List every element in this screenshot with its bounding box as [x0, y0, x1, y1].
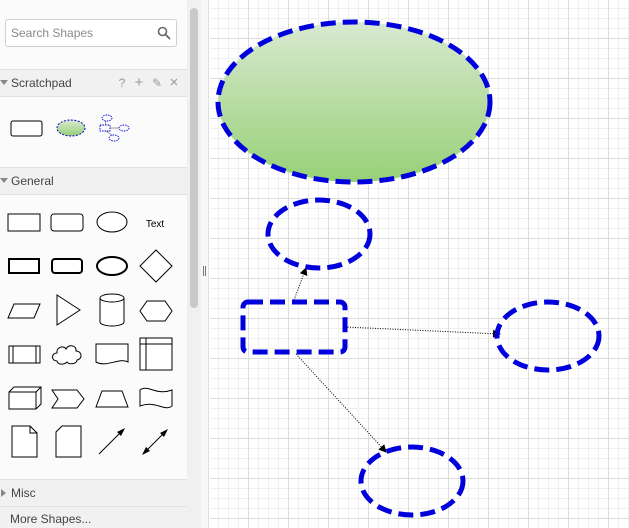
shape-triangle[interactable] [47, 288, 87, 328]
ellipse-bottom[interactable] [358, 444, 466, 518]
shape-step[interactable] [47, 375, 87, 415]
shape-cube[interactable] [4, 375, 44, 415]
ellipse-top[interactable] [265, 197, 373, 271]
shape-thick-rectangle[interactable] [4, 245, 44, 285]
source-rectangle[interactable] [240, 299, 348, 355]
shape-thick-ellipse[interactable] [91, 245, 131, 285]
add-icon[interactable]: + [132, 75, 146, 91]
connector-to-right-ellipse[interactable] [344, 326, 501, 338]
scratchpad-header[interactable]: Scratchpad ? + ✎ × [0, 69, 187, 97]
shape-document[interactable] [91, 332, 131, 372]
scratchpad-title: Scratchpad [11, 76, 72, 90]
scratchpad-item-rectangle[interactable] [8, 108, 48, 148]
search-box[interactable] [5, 19, 177, 47]
scratchpad-item-green-ellipse[interactable] [52, 108, 92, 148]
shape-bidirectional-arrow[interactable] [135, 420, 175, 460]
help-icon[interactable]: ? [115, 75, 129, 91]
shape-diamond[interactable] [135, 245, 175, 285]
shape-internal-storage[interactable] [135, 332, 175, 372]
shapes-sidebar: Scratchpad ? + ✎ × General [0, 0, 187, 528]
chevron-right-icon [1, 489, 6, 497]
shape-rounded-rectangle[interactable] [47, 202, 87, 242]
shape-note[interactable] [4, 420, 44, 460]
general-header[interactable]: General [0, 167, 187, 195]
shape-parallelogram[interactable] [4, 288, 44, 328]
ellipse-right[interactable] [494, 299, 602, 373]
misc-title: Misc [11, 486, 36, 500]
close-icon[interactable]: × [167, 75, 181, 91]
shape-trapezoid[interactable] [91, 375, 131, 415]
grip-icon [203, 266, 206, 276]
shape-card[interactable] [47, 420, 87, 460]
shape-rectangle[interactable] [4, 202, 44, 242]
general-title: General [11, 174, 54, 188]
sidebar-scrollbar-thumb[interactable] [190, 8, 198, 308]
chevron-down-icon [0, 178, 8, 183]
sidebar-splitter[interactable] [201, 0, 209, 528]
search-icon[interactable] [157, 26, 171, 40]
diagram-canvas[interactable] [210, 0, 629, 528]
shape-text-label: Text [146, 219, 165, 230]
shape-cylinder[interactable] [91, 288, 131, 328]
shape-line-arrow[interactable] [91, 420, 131, 460]
shape-thick-rounded-rectangle[interactable] [47, 245, 87, 285]
shape-ellipse[interactable] [91, 202, 131, 242]
chevron-down-icon [0, 80, 8, 85]
more-shapes-label: More Shapes... [10, 512, 92, 526]
shape-cloud[interactable] [47, 332, 87, 372]
shape-tape[interactable] [135, 375, 175, 415]
shape-process[interactable] [4, 332, 44, 372]
search-input[interactable] [11, 24, 151, 42]
shape-hexagon[interactable] [135, 288, 175, 328]
edit-icon[interactable]: ✎ [150, 75, 164, 91]
scratchpad-item-connector-group[interactable] [96, 108, 136, 148]
misc-header[interactable]: Misc [0, 479, 187, 507]
connector-to-bottom-ellipse[interactable] [295, 353, 387, 453]
more-shapes-button[interactable]: More Shapes... [0, 506, 187, 528]
shape-text[interactable]: Text [135, 202, 175, 242]
connector-to-top-ellipse[interactable] [293, 267, 308, 301]
big-green-ellipse[interactable] [215, 19, 493, 185]
